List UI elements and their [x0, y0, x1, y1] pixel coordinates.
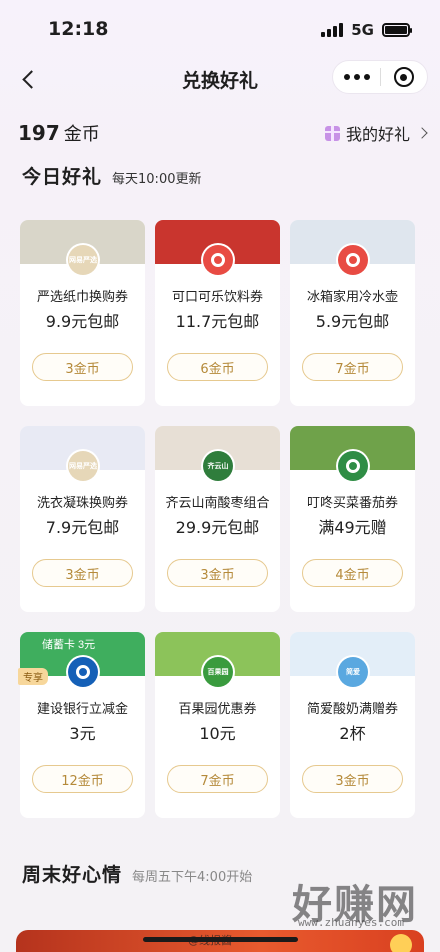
- gift-card[interactable]: 齐云山齐云山南酸枣组合 29.9元包邮 3金币: [155, 426, 280, 612]
- redeem-button[interactable]: 7金币: [167, 765, 268, 793]
- gift-price: 11.7元包邮: [175, 312, 260, 331]
- gift-price: 3元: [69, 724, 96, 743]
- signal-icon: [321, 23, 344, 37]
- brand-logo-icon: [338, 245, 368, 275]
- gift-name: 百果园优惠券: [178, 702, 257, 717]
- gift-price: 7.9元包邮: [45, 518, 120, 537]
- gift-name: 简爱酸奶满赠券: [306, 702, 398, 717]
- redeem-button[interactable]: 7金币: [302, 353, 403, 381]
- brand-logo-icon: 网易严选: [68, 245, 98, 275]
- today-title: 今日好礼: [22, 166, 103, 188]
- gift-name: 可口可乐饮料券: [171, 290, 263, 305]
- brand-logo-icon: [203, 245, 233, 275]
- watermark-url: www.zhuanyes.com: [298, 916, 404, 929]
- gift-price: 满49元赠: [318, 518, 387, 537]
- coin-icon: [390, 934, 412, 952]
- gift-card[interactable]: 专享 储蓄卡 3元建设银行立减金 3元 12金币: [18, 632, 145, 818]
- my-gifts-label: 我的好礼: [345, 125, 410, 144]
- gift-price: 5.9元包邮: [315, 312, 390, 331]
- redeem-button[interactable]: 3金币: [32, 559, 133, 587]
- brand-logo-icon: [68, 657, 98, 687]
- gift-name: 建设银行立减金: [36, 702, 128, 717]
- network-label: 5G: [351, 21, 374, 39]
- coin-balance: 197 金币: [18, 120, 100, 146]
- nav-bar: 兑换好礼: [0, 56, 440, 102]
- redeem-button[interactable]: 3金币: [302, 765, 403, 793]
- gift-image-text: 储蓄卡 3元: [42, 639, 96, 651]
- gift-name: 严选纸巾换购券: [36, 290, 128, 305]
- status-icons: 5G: [321, 21, 412, 39]
- home-indicator: [143, 937, 298, 942]
- weekend-subtitle: 每周五下午4:00开始: [132, 870, 253, 885]
- gift-name: 叮咚买菜番茄券: [306, 496, 398, 511]
- gift-card[interactable]: 可口可乐饮料券 11.7元包邮 6金币: [155, 220, 280, 406]
- gift-card[interactable]: 网易严选严选纸巾换购券 9.9元包邮 3金币: [20, 220, 145, 406]
- redeem-button[interactable]: 12金币: [32, 765, 133, 793]
- brand-logo-icon: [338, 451, 368, 481]
- close-button[interactable]: [381, 67, 427, 87]
- gift-box-icon: [324, 125, 340, 141]
- gift-card[interactable]: 叮咚买菜番茄券满49元赠 4金币: [290, 426, 415, 612]
- status-time: 12:18: [48, 18, 109, 40]
- my-gifts-link[interactable]: 我的好礼: [324, 121, 428, 145]
- today-subtitle: 每天10:00更新: [112, 172, 202, 187]
- gift-price: 2杯: [339, 724, 366, 743]
- gift-card[interactable]: 冰箱家用冷水壶 5.9元包邮 7金币: [290, 220, 415, 406]
- redeem-button[interactable]: 3金币: [32, 353, 133, 381]
- today-section-header: 今日好礼 每天10:00更新: [22, 162, 201, 189]
- chevron-right-icon: [416, 127, 428, 139]
- redeem-button[interactable]: 3金币: [167, 559, 268, 587]
- gift-name: 冰箱家用冷水壶: [306, 290, 398, 305]
- brand-logo-icon: 百果园: [203, 657, 233, 687]
- redeem-button[interactable]: 6金币: [167, 353, 268, 381]
- exclusive-badge: 专享: [18, 668, 48, 685]
- gift-card[interactable]: 简爱简爱酸奶满赠券 2杯 3金币: [290, 632, 415, 818]
- brand-logo-icon: 简爱: [338, 657, 368, 687]
- gift-price: 10元: [199, 724, 236, 743]
- battery-icon: [382, 23, 412, 37]
- brand-logo-icon: 齐云山: [203, 451, 233, 481]
- gift-name: 齐云山南酸枣组合: [165, 496, 270, 511]
- coin-unit: 金币: [63, 124, 100, 145]
- gift-price: 9.9元包邮: [45, 312, 120, 331]
- balance-row: 197 金币 我的好礼: [18, 118, 428, 148]
- gift-name: 洗衣凝珠换购券: [36, 496, 128, 511]
- gift-price: 29.9元包邮: [175, 518, 260, 537]
- weekend-title: 周末好心情: [22, 864, 123, 886]
- brand-logo-icon: 网易严选: [68, 451, 98, 481]
- coin-amount: 197: [18, 121, 60, 145]
- gift-card[interactable]: 网易严选洗衣凝珠换购券 7.9元包邮 3金币: [20, 426, 145, 612]
- mini-program-capsule: [332, 60, 428, 94]
- redeem-button[interactable]: 4金币: [302, 559, 403, 587]
- weekend-section-header: 周末好心情 每周五下午4:00开始: [22, 860, 252, 887]
- more-button[interactable]: [333, 74, 380, 80]
- close-target-icon: [393, 67, 414, 87]
- gift-card[interactable]: 百果园百果园优惠券 10元 7金币: [155, 632, 280, 818]
- gift-grid: 网易严选 严选纸巾换购券 9.9元包邮 3金币 可口可乐饮料券 11.7元包邮 6金币 冰箱家…: [18, 220, 420, 818]
- status-bar: 12:18 5G: [0, 0, 440, 56]
